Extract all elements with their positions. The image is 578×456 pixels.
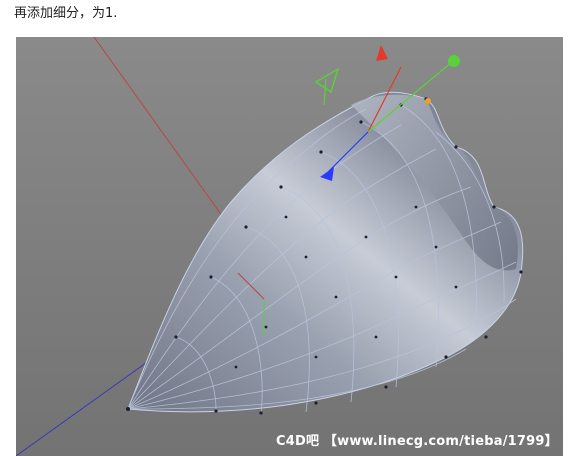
viewport-canvas[interactable] (16, 37, 563, 456)
watermark: C4D吧 【www.linecg.com/tieba/1799】 (276, 430, 558, 449)
move-axis-x-icon (376, 45, 388, 61)
move-axis-y-icon (448, 55, 460, 67)
watermark-url: 【www.linecg.com/tieba/1799】 (323, 434, 558, 449)
watermark-site: C4D吧 (276, 434, 320, 449)
selected-vertex (425, 98, 431, 104)
mesh-body (127, 91, 524, 413)
step-caption: 再添加细分，为1. (14, 6, 118, 21)
rotate-handle-icon[interactable] (314, 67, 340, 106)
3d-viewport[interactable]: C4D吧 【www.linecg.com/tieba/1799】 (16, 37, 563, 456)
